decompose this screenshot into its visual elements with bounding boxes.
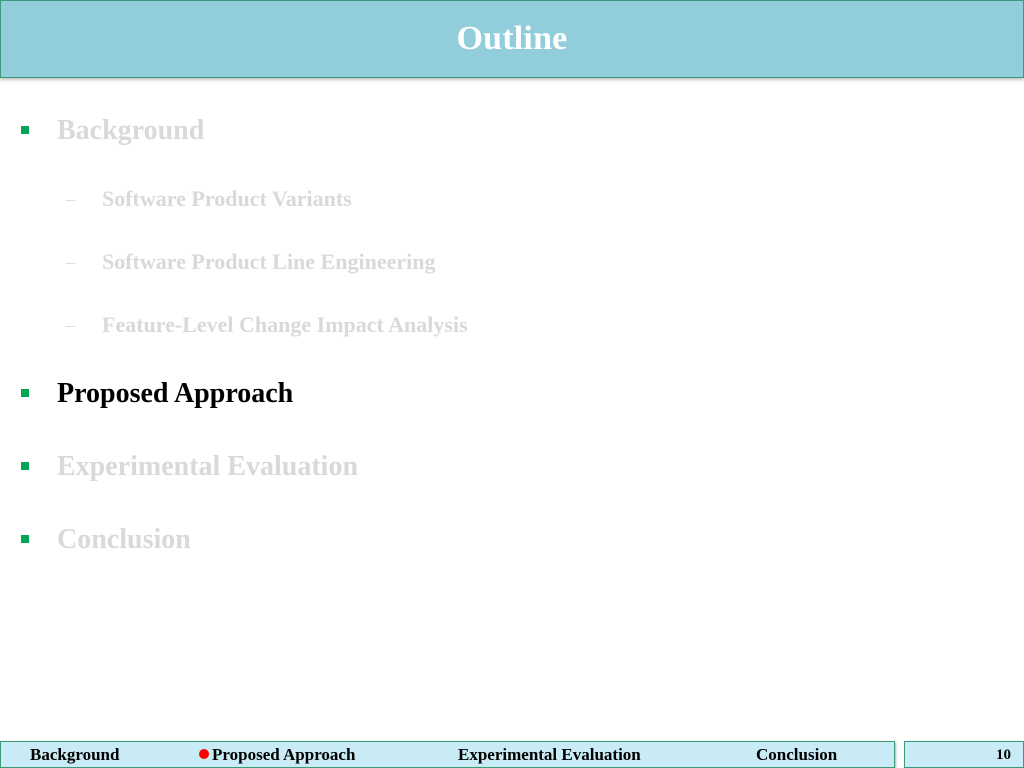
square-bullet-icon bbox=[21, 535, 29, 543]
footer-nav-background[interactable]: Background bbox=[30, 746, 119, 763]
outline-list: Background – Software Product Variants –… bbox=[0, 0, 1024, 700]
square-bullet-icon bbox=[21, 462, 29, 470]
outline-item-proposed-approach: Proposed Approach bbox=[57, 378, 294, 409]
outline-item-conclusion: Conclusion bbox=[57, 524, 191, 555]
square-bullet-icon bbox=[21, 389, 29, 397]
slide: Outline Background – Software Product Va… bbox=[0, 0, 1024, 768]
outline-subitem-software-product-variants: Software Product Variants bbox=[102, 186, 352, 211]
current-section-dot-icon bbox=[199, 749, 209, 759]
footer-nav-proposed-approach-label: Proposed Approach bbox=[212, 745, 356, 764]
page-number: 10 bbox=[996, 747, 1011, 763]
outline-item-experimental-evaluation: Experimental Evaluation bbox=[57, 451, 359, 482]
dash-bullet-icon: – bbox=[66, 189, 75, 209]
footer-navigation: Background Proposed Approach Experimenta… bbox=[0, 741, 895, 768]
outline-item-background: Background bbox=[57, 115, 205, 146]
outline-subitem-software-product-line-engineering: Software Product Line Engineering bbox=[102, 249, 436, 274]
dash-bullet-icon: – bbox=[66, 315, 75, 335]
footer-nav-experimental-evaluation[interactable]: Experimental Evaluation bbox=[458, 746, 641, 763]
outline-subitem-feature-level-change-impact-analysis: Feature-Level Change Impact Analysis bbox=[102, 312, 468, 337]
square-bullet-icon bbox=[21, 126, 29, 134]
footer-nav-conclusion[interactable]: Conclusion bbox=[756, 746, 837, 763]
page-number-box: 10 bbox=[904, 741, 1024, 768]
footer-nav-proposed-approach[interactable]: Proposed Approach bbox=[199, 746, 355, 763]
dash-bullet-icon: – bbox=[66, 252, 75, 272]
